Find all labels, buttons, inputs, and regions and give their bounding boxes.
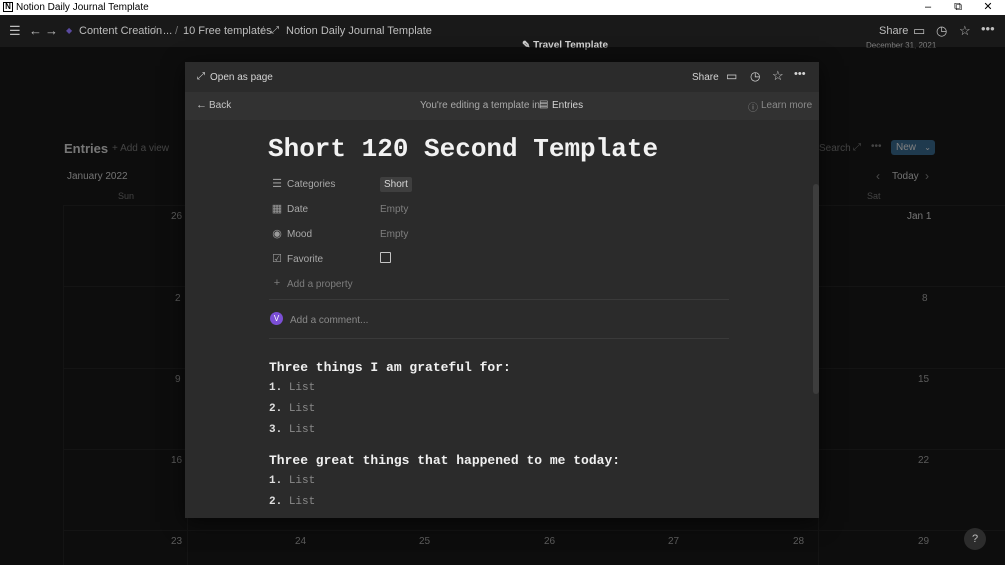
modal-header: ⤢ Open as page Share ▭ ◷ ☆ ••• [185,62,819,92]
close-button[interactable]: ✕ [973,0,1003,15]
list-item[interactable]: 1. List [269,382,315,394]
property-value[interactable]: Empty [380,229,408,240]
template-editing-banner: ← Back You're editing a template in ▤ En… [185,92,819,120]
notion-app-icon: N [3,2,13,12]
breadcrumb-current-page[interactable]: Notion Daily Journal Template [286,25,432,37]
modal-scrollbar[interactable] [813,184,819,394]
list-number: 2. [269,403,283,415]
list-number: 1. [269,475,283,487]
list-text: List [288,496,316,508]
list-item[interactable]: 3. List [269,424,315,436]
avatar: V [270,312,283,325]
property-value[interactable]: Empty [380,204,408,215]
property-date[interactable]: ▦ Date Empty [269,201,729,221]
restore-button[interactable]: ⧉ [943,0,973,15]
property-name: Mood [287,229,313,240]
comments-icon[interactable]: ▭ [913,23,925,39]
select-icon: ◉ [272,228,282,240]
learn-more-link[interactable]: Learn more [761,100,812,111]
comment-input[interactable]: Add a comment... [290,315,368,326]
editing-target-link[interactable]: Entries [552,100,583,111]
database-page-icon: ▤ [539,99,549,110]
list-text: List [288,475,316,487]
list-number: 2. [269,496,283,508]
list-text: List [288,382,316,394]
updates-clock-icon[interactable]: ◷ [936,23,947,39]
top-navigation-bar: ☰ ← → ◆ Content Creation / ... / 10 Free… [0,15,1005,47]
more-options-icon[interactable]: ••• [981,21,995,36]
calendar-icon: ▦ [271,203,283,215]
breadcrumb-separator: / [153,25,157,37]
updates-clock-icon[interactable]: ◷ [750,69,760,83]
list-number: 1. [269,382,283,394]
page-emoji-icon: ◆ [66,26,73,35]
sidebar-menu-icon[interactable]: ☰ [9,23,21,39]
divider [269,299,729,300]
list-text: List [288,403,316,415]
add-property-button[interactable]: + Add a property [269,276,729,296]
open-as-page-button[interactable]: Open as page [210,72,273,83]
breadcrumb-separator: / [261,25,265,37]
list-item[interactable]: 1. List [269,475,315,487]
editing-template-text: You're editing a template in [420,100,540,111]
section-heading[interactable]: Three things I am grateful for: [269,360,511,375]
list-item[interactable]: 2. List [269,403,315,415]
breadcrumb-content-creation[interactable]: Content Creation [79,25,162,37]
list-text: List [288,424,316,436]
property-mood[interactable]: ◉ Mood Empty [269,226,729,246]
back-arrow-icon[interactable]: ← [29,23,42,38]
minimize-button[interactable]: – [913,0,943,15]
open-as-page-icon[interactable]: ⤢ [197,71,205,82]
favorite-star-icon[interactable]: ☆ [772,68,784,84]
window-title: Notion Daily Journal Template [16,2,149,13]
property-name: Categories [287,179,336,190]
back-button[interactable]: Back [209,100,231,111]
plus-icon: + [273,277,281,289]
favorite-checkbox[interactable] [380,252,391,263]
help-button[interactable]: ? [964,528,986,550]
property-categories[interactable]: ☰ Categories Short [269,176,729,196]
divider [269,338,729,339]
breadcrumb-free-templates[interactable]: 10 Free templates [183,25,272,37]
list-icon: ☰ [272,178,282,190]
page-title[interactable]: Short 120 Second Template [268,134,658,164]
checkbox-icon: ☑ [272,253,282,265]
add-property-label: Add a property [287,279,353,290]
more-options-icon[interactable]: ••• [794,68,806,80]
list-item[interactable]: 2. List [269,496,315,508]
section-heading[interactable]: Three great things that happened to me t… [269,453,620,468]
property-name: Date [287,204,309,215]
property-name: Favorite [287,254,324,265]
back-arrow-icon[interactable]: ← [196,99,207,111]
help-circle-icon[interactable]: ⓘ [748,99,758,114]
template-editor-modal: ⤢ Open as page Share ▭ ◷ ☆ ••• ← Back Yo… [185,62,819,518]
favorite-star-icon[interactable]: ☆ [959,23,971,39]
list-number: 3. [269,424,283,436]
property-favorite[interactable]: ☑ Favorite [269,251,729,271]
comments-icon[interactable]: ▭ [726,69,737,83]
breadcrumb-ellipsis[interactable]: ... [163,25,172,37]
breadcrumb-separator: / [175,25,179,37]
window-title-bar: N Notion Daily Journal Template – ⧉ ✕ [0,0,1005,15]
category-tag[interactable]: Short [380,177,412,192]
template-page-icon: ⤢ [271,25,279,36]
share-button[interactable]: Share [879,25,908,37]
forward-arrow-icon[interactable]: → [45,23,58,38]
modal-share-button[interactable]: Share [692,72,719,83]
